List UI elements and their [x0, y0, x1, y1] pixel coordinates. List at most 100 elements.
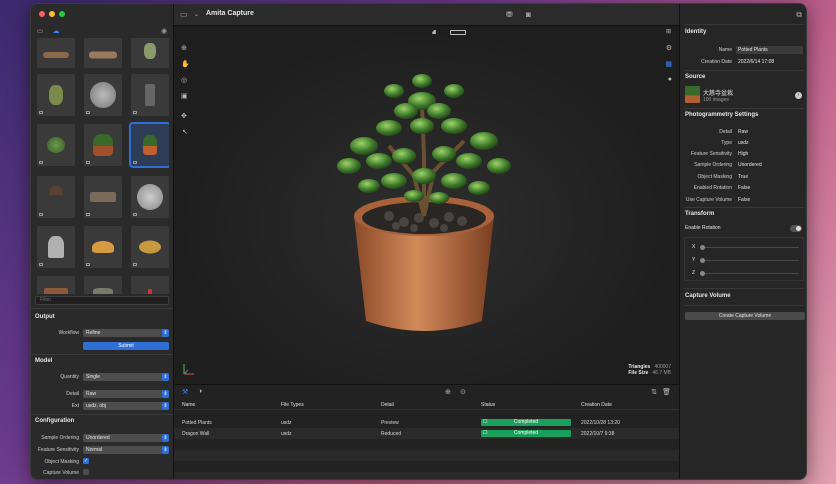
- trash-icon[interactable]: 🗑: [662, 388, 671, 396]
- camera-icon[interactable]: ◙: [526, 10, 531, 19]
- x-slider-track[interactable]: [700, 247, 799, 248]
- capture-thumbnail[interactable]: [131, 176, 169, 218]
- capture-volume-checkbox[interactable]: [83, 469, 89, 475]
- add-icon[interactable]: ⊕: [445, 388, 451, 396]
- column-header[interactable]: Detail: [381, 402, 394, 408]
- table-row[interactable]: Potted Plants usdz Preview ☐ Completed 20…: [174, 417, 679, 428]
- source-info-icon[interactable]: ›: [795, 92, 802, 99]
- panel-toggle-icon[interactable]: ⊞: [666, 28, 671, 35]
- chevron-updown-icon: ⇕: [162, 329, 169, 337]
- z-axis-label: Z: [692, 270, 696, 276]
- folder-icon[interactable]: ▭: [35, 28, 45, 36]
- z-slider-track[interactable]: [700, 273, 799, 274]
- close-window-button[interactable]: [39, 11, 45, 17]
- pointer-icon[interactable]: ↖: [182, 128, 188, 136]
- capture-volume-label: Capture Volume: [43, 470, 79, 476]
- capture-thumbnail[interactable]: [84, 74, 122, 116]
- window-controls: [39, 11, 65, 17]
- feature-sensitivity-select[interactable]: Normal ⇕: [83, 446, 169, 454]
- z-slider-knob[interactable]: [700, 271, 705, 276]
- column-header[interactable]: Name: [182, 402, 195, 408]
- options-icon[interactable]: ⊙: [460, 388, 466, 396]
- capture-thumbnail[interactable]: [84, 38, 122, 68]
- orbit-icon[interactable]: ◎: [181, 76, 187, 84]
- capture-thumbnail[interactable]: [84, 226, 122, 268]
- object-masking-checkbox[interactable]: ✓: [83, 458, 89, 464]
- capture-thumbnail[interactable]: [131, 226, 169, 268]
- divider: [684, 288, 804, 289]
- workflow-select[interactable]: Refine ⇕: [83, 329, 169, 337]
- submit-button[interactable]: Submit: [83, 342, 169, 350]
- sample-ordering-select[interactable]: Unordered ⇕: [83, 434, 169, 442]
- thumbnail-image: [43, 52, 69, 59]
- capture-thumbnail[interactable]: [84, 276, 122, 294]
- minimize-window-button[interactable]: [49, 11, 55, 17]
- cell-file-type: usdz: [281, 431, 292, 437]
- capture-thumbnail-selected[interactable]: [129, 122, 169, 168]
- x-slider-knob[interactable]: [700, 245, 705, 250]
- capture-thumbnail[interactable]: [37, 74, 75, 116]
- sidebar-toggle-icon[interactable]: ▭: [180, 10, 188, 19]
- status-badge: ☐ Completed: [481, 430, 571, 437]
- quantity-value: Single: [86, 374, 100, 380]
- camera-view-icon[interactable]: ⛘: [432, 29, 436, 37]
- 3d-viewport[interactable]: ⛘ ⊞ ⊕ ✋ ◎ ▣ ✥ ↖ ⚙ ▦ ● Triangles 400007 F…: [174, 26, 679, 384]
- zoom-icon[interactable]: ⊕: [181, 44, 187, 52]
- thumbnail-image: [90, 82, 116, 108]
- column-header[interactable]: Status: [481, 402, 495, 408]
- capture-icon[interactable]: ⛃: [506, 10, 513, 19]
- sphere-icon[interactable]: ●: [668, 76, 672, 83]
- capture-thumbnail[interactable]: [37, 226, 75, 268]
- filter-input[interactable]: Filter: [35, 296, 169, 305]
- frame-icon[interactable]: ▣: [181, 92, 188, 100]
- y-slider-knob[interactable]: [700, 258, 705, 263]
- detail-value: Raw: [86, 391, 97, 397]
- ext-select[interactable]: usdz, obj ⇕: [83, 402, 169, 410]
- enable-rotation-toggle[interactable]: [790, 225, 802, 232]
- y-slider-track[interactable]: [700, 260, 799, 261]
- chevron-down-icon[interactable]: ⌄: [194, 11, 199, 18]
- table-row[interactable]: Dragon Wall usdz Reduced ☐ Completed 2022…: [174, 428, 679, 439]
- hand-pan-icon[interactable]: ✋: [181, 60, 190, 68]
- thumbnail-image: [148, 288, 152, 294]
- thumbnail-type-icon: [39, 161, 43, 164]
- capture-thumbnail[interactable]: [37, 176, 75, 218]
- settings-icon[interactable]: ⚙: [666, 44, 672, 52]
- table-row-empty: [174, 472, 679, 479]
- grid-view-icon[interactable]: ▦: [665, 60, 672, 68]
- setting-value: False: [738, 197, 751, 203]
- create-capture-volume-button[interactable]: Create Capture Volume: [685, 312, 805, 320]
- history-tab-icon[interactable]: ◑: [198, 388, 202, 395]
- capture-thumbnail[interactable]: [131, 74, 169, 116]
- detail-select[interactable]: Raw ⇕: [83, 390, 169, 398]
- thumbnail-type-icon: [86, 213, 90, 216]
- cloud-icon[interactable]: ☁: [51, 28, 61, 36]
- capture-thumbnail[interactable]: [37, 38, 75, 68]
- capture-thumbnail[interactable]: [37, 276, 75, 294]
- axis-gizmo-icon: [183, 364, 194, 375]
- table-header: Name File Types Detail Status Creation D…: [174, 399, 679, 410]
- aspect-ratio-icon[interactable]: [450, 30, 466, 35]
- thumbnail-image: [144, 43, 156, 60]
- column-header[interactable]: Creation Date: [581, 402, 612, 408]
- capture-thumbnail[interactable]: [84, 124, 122, 166]
- move-icon[interactable]: ✥: [181, 112, 187, 120]
- creation-date-value: 2022/6/14 17:08: [738, 59, 775, 65]
- sort-icon[interactable]: ⇅: [651, 388, 657, 396]
- inspector-toggle-icon[interactable]: ⧉: [796, 10, 802, 20]
- thumbnail-image: [89, 51, 117, 59]
- divider: [31, 414, 173, 415]
- jobs-tab-icon[interactable]: ⚒: [182, 388, 188, 396]
- zoom-window-button[interactable]: [59, 11, 65, 17]
- capture-thumbnail[interactable]: [37, 124, 75, 166]
- thumbnail-image: [139, 240, 161, 254]
- capture-thumbnail[interactable]: [131, 38, 169, 68]
- column-header[interactable]: File Types: [281, 402, 304, 408]
- capture-thumbnail[interactable]: [131, 276, 169, 294]
- eye-icon[interactable]: ◉: [159, 28, 169, 36]
- name-label: Name: [718, 47, 732, 53]
- name-field[interactable]: Potted Plants: [736, 46, 803, 54]
- quantity-select[interactable]: Single ⇕: [83, 373, 169, 381]
- capture-thumbnail[interactable]: [84, 176, 122, 218]
- thumbnail-type-icon: [133, 111, 137, 114]
